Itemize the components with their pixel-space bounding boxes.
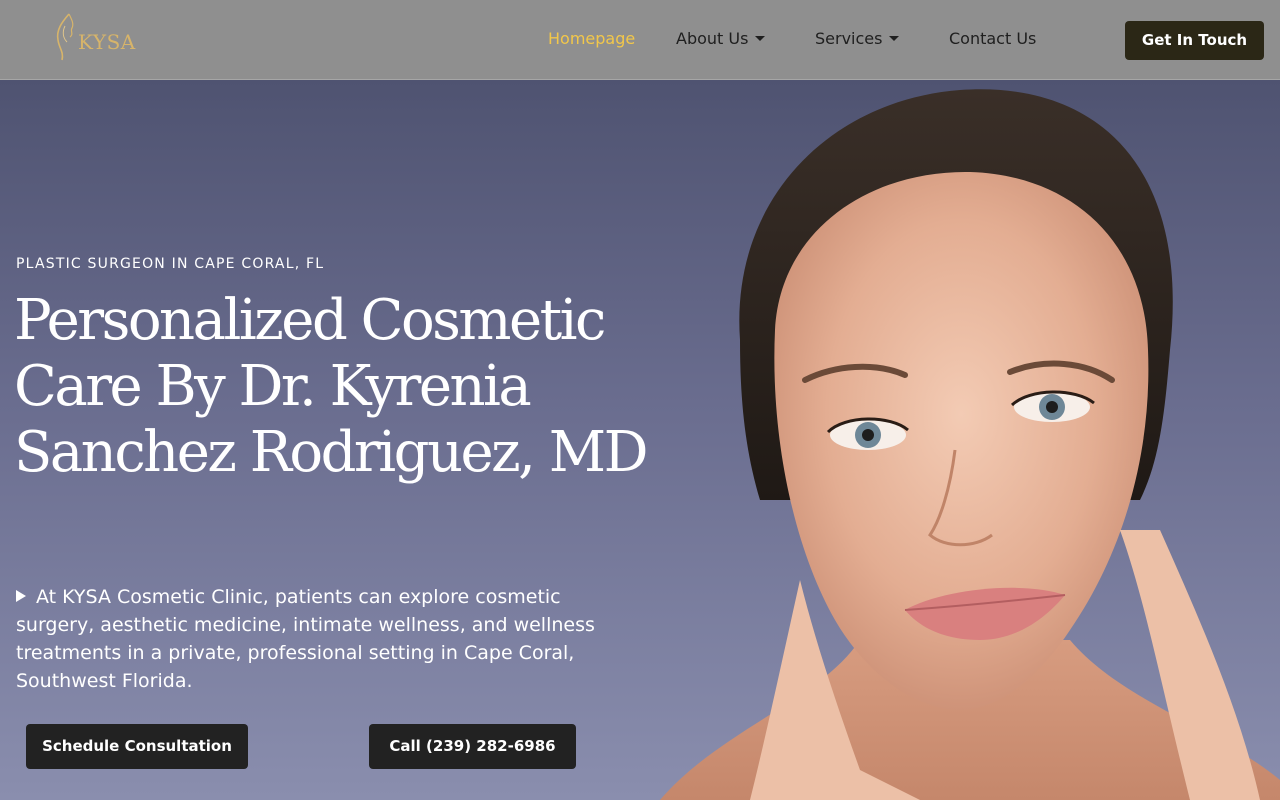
site-header: KYSA Homepage About Us Services Contact … bbox=[0, 0, 1280, 80]
hero-eyebrow: PLASTIC SURGEON IN CAPE CORAL, FL bbox=[16, 256, 325, 272]
caret-down-icon bbox=[889, 36, 900, 41]
nav-about-us[interactable]: About Us bbox=[676, 28, 766, 50]
hero-headline: Personalized Cosmetic Care By Dr. Kyreni… bbox=[14, 288, 649, 485]
schedule-consultation-button[interactable]: Schedule Consultation bbox=[26, 724, 248, 769]
play-triangle-icon bbox=[16, 589, 26, 602]
hero-section: PLASTIC SURGEON IN CAPE CORAL, FL Person… bbox=[0, 80, 1280, 800]
caret-down-icon bbox=[755, 36, 766, 41]
main-navigation: Homepage About Us Services Contact Us bbox=[0, 0, 1280, 80]
nav-services[interactable]: Services bbox=[815, 28, 900, 50]
call-phone-button[interactable]: Call (239) 282-6986 bbox=[369, 724, 576, 769]
get-in-touch-button[interactable]: Get In Touch bbox=[1125, 21, 1264, 60]
nav-contact-us[interactable]: Contact Us bbox=[949, 28, 1036, 50]
nav-homepage[interactable]: Homepage bbox=[548, 28, 635, 50]
nav-about-us-label: About Us bbox=[676, 29, 749, 48]
hero-intro-text: At KYSA Cosmetic Clinic, patients can ex… bbox=[16, 586, 595, 692]
nav-services-label: Services bbox=[815, 29, 883, 48]
woman-portrait-image bbox=[660, 89, 1280, 800]
hero-intro: At KYSA Cosmetic Clinic, patients can ex… bbox=[16, 583, 606, 695]
